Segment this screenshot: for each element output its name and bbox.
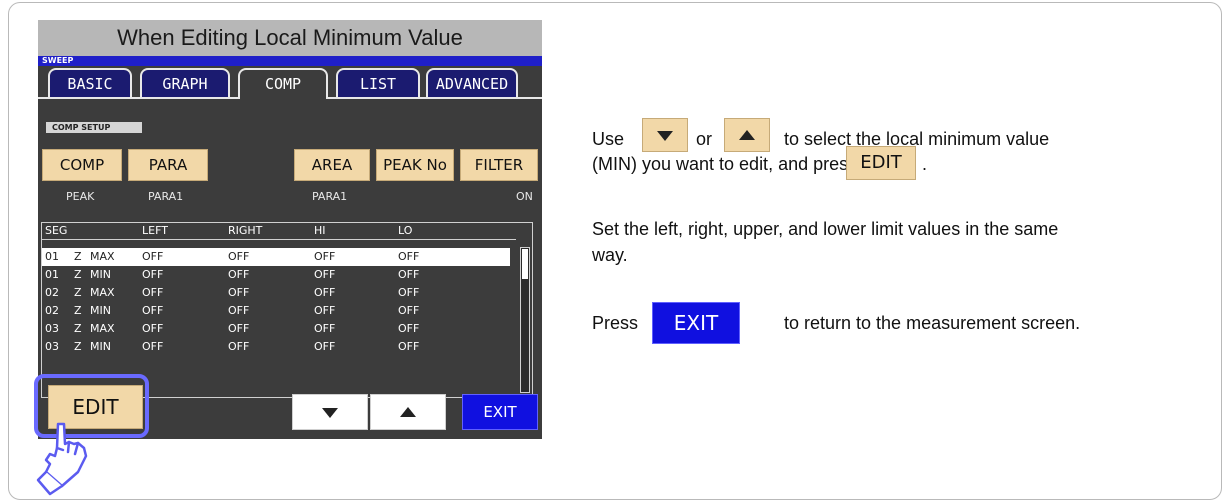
table-row[interactable]: 01 Z MAX OFF OFF OFF OFF xyxy=(42,248,510,266)
caption: When Editing Local Minimum Value xyxy=(38,20,542,56)
header-hi: HI xyxy=(314,224,326,237)
row-hi: OFF xyxy=(314,322,336,335)
scroll-up-button[interactable] xyxy=(370,394,446,430)
row-lo: OFF xyxy=(398,268,420,281)
instruction-press-text: Press xyxy=(592,313,639,333)
row-type: MIN xyxy=(90,304,111,317)
row-param: Z xyxy=(74,268,82,281)
filter-button[interactable]: FILTER xyxy=(460,149,538,181)
instruction-exit-button: EXIT xyxy=(652,302,740,344)
tab-list[interactable]: LIST xyxy=(336,68,420,98)
instruction-use-text: Use xyxy=(592,129,625,149)
comp-button[interactable]: COMP xyxy=(42,149,122,181)
up-arrow-icon xyxy=(400,407,416,417)
row-hi: OFF xyxy=(314,340,336,353)
row-param: Z xyxy=(74,250,82,263)
tab-graph[interactable]: GRAPH xyxy=(140,68,230,98)
row-lo: OFF xyxy=(398,250,420,263)
row-lo: OFF xyxy=(398,340,420,353)
area-button[interactable]: AREA xyxy=(294,149,370,181)
table-scrollbar[interactable] xyxy=(520,247,530,393)
row-type: MAX xyxy=(90,322,115,335)
row-left: OFF xyxy=(142,340,164,353)
filter-value: ON xyxy=(516,190,533,203)
row-param: Z xyxy=(74,340,82,353)
row-right: OFF xyxy=(228,340,250,353)
row-seg: 02 xyxy=(45,304,59,317)
segment-table: SEG LEFT RIGHT HI LO 01 Z MAX OFF OFF OF… xyxy=(41,222,533,398)
row-type: MAX xyxy=(90,286,115,299)
row-param: Z xyxy=(74,304,82,317)
header-left: LEFT xyxy=(142,224,168,237)
instruction-down-button xyxy=(642,118,688,152)
row-type: MIN xyxy=(90,268,111,281)
para-value: PARA1 xyxy=(148,190,184,203)
row-hi: OFF xyxy=(314,250,336,263)
row-left: OFF xyxy=(142,268,164,281)
row-right: OFF xyxy=(228,268,250,281)
sweep-bar: SWEEP xyxy=(38,56,542,66)
row-left: OFF xyxy=(142,250,164,263)
row-type: MIN xyxy=(90,340,111,353)
header-right: RIGHT xyxy=(228,224,263,237)
instruction-line-2: (MIN) you want to edit, and press xyxy=(592,154,858,174)
comp-value: PEAK xyxy=(66,190,95,203)
header-lo: LO xyxy=(398,224,413,237)
row-left: OFF xyxy=(142,286,164,299)
down-arrow-icon xyxy=(322,408,338,418)
row-right: OFF xyxy=(228,250,250,263)
row-param: Z xyxy=(74,322,82,335)
table-header: SEG LEFT RIGHT HI LO xyxy=(42,223,516,240)
tab-comp[interactable]: COMP xyxy=(238,68,328,98)
instruction-up-button xyxy=(724,118,770,152)
row-hi: OFF xyxy=(314,286,336,299)
row-seg: 03 xyxy=(45,340,59,353)
instruction-line-1-end: to select the local minimum value xyxy=(784,129,1050,149)
row-right: OFF xyxy=(228,322,250,335)
instruction-para-2-line-2: way. xyxy=(592,245,628,265)
row-left: OFF xyxy=(142,304,164,317)
row-lo: OFF xyxy=(398,322,420,335)
row-right: OFF xyxy=(228,286,250,299)
exit-button[interactable]: EXIT xyxy=(462,394,538,430)
row-seg: 01 xyxy=(45,268,59,281)
instruction-para-2-line-1: Set the left, right, upper, and lower li… xyxy=(592,219,1059,239)
table-row[interactable]: 03 Z MIN OFF OFF OFF OFF xyxy=(42,338,510,356)
peak-no-button[interactable]: PEAK No xyxy=(376,149,454,181)
row-seg: 01 xyxy=(45,250,59,263)
instruction-line-1: Use xyxy=(592,126,624,152)
instruction-para-3-end: to return to the measurement screen. xyxy=(784,313,1081,333)
row-hi: OFF xyxy=(314,304,336,317)
instruction-line-2-end: . xyxy=(922,154,928,174)
instruction-or-text: or xyxy=(696,129,713,149)
row-lo: OFF xyxy=(398,304,420,317)
tab-advanced[interactable]: ADVANCED xyxy=(426,68,518,98)
row-right: OFF xyxy=(228,304,250,317)
table-row[interactable]: 02 Z MIN OFF OFF OFF OFF xyxy=(42,302,510,320)
row-seg: 03 xyxy=(45,322,59,335)
row-left: OFF xyxy=(142,322,164,335)
row-type: MAX xyxy=(90,250,115,263)
row-param: Z xyxy=(74,286,82,299)
down-arrow-icon xyxy=(657,131,673,141)
section-label: COMP SETUP xyxy=(46,122,142,133)
row-lo: OFF xyxy=(398,286,420,299)
instruction-edit-button: EDIT xyxy=(846,146,916,180)
row-seg: 02 xyxy=(45,286,59,299)
para-button[interactable]: PARA xyxy=(128,149,208,181)
scroll-down-button[interactable] xyxy=(292,394,368,430)
tab-basic[interactable]: BASIC xyxy=(48,68,132,98)
area-value: PARA1 xyxy=(312,190,348,203)
table-row[interactable]: 02 Z MAX OFF OFF OFF OFF xyxy=(42,284,510,302)
pointing-hand-icon xyxy=(36,422,88,496)
row-hi: OFF xyxy=(314,268,336,281)
active-tab-gap xyxy=(240,97,326,99)
up-arrow-icon xyxy=(739,130,755,140)
table-row[interactable]: 03 Z MAX OFF OFF OFF OFF xyxy=(42,320,510,338)
table-row[interactable]: 01 Z MIN OFF OFF OFF OFF xyxy=(42,266,510,284)
scrollbar-thumb[interactable] xyxy=(522,249,528,279)
header-seg: SEG xyxy=(45,224,68,237)
